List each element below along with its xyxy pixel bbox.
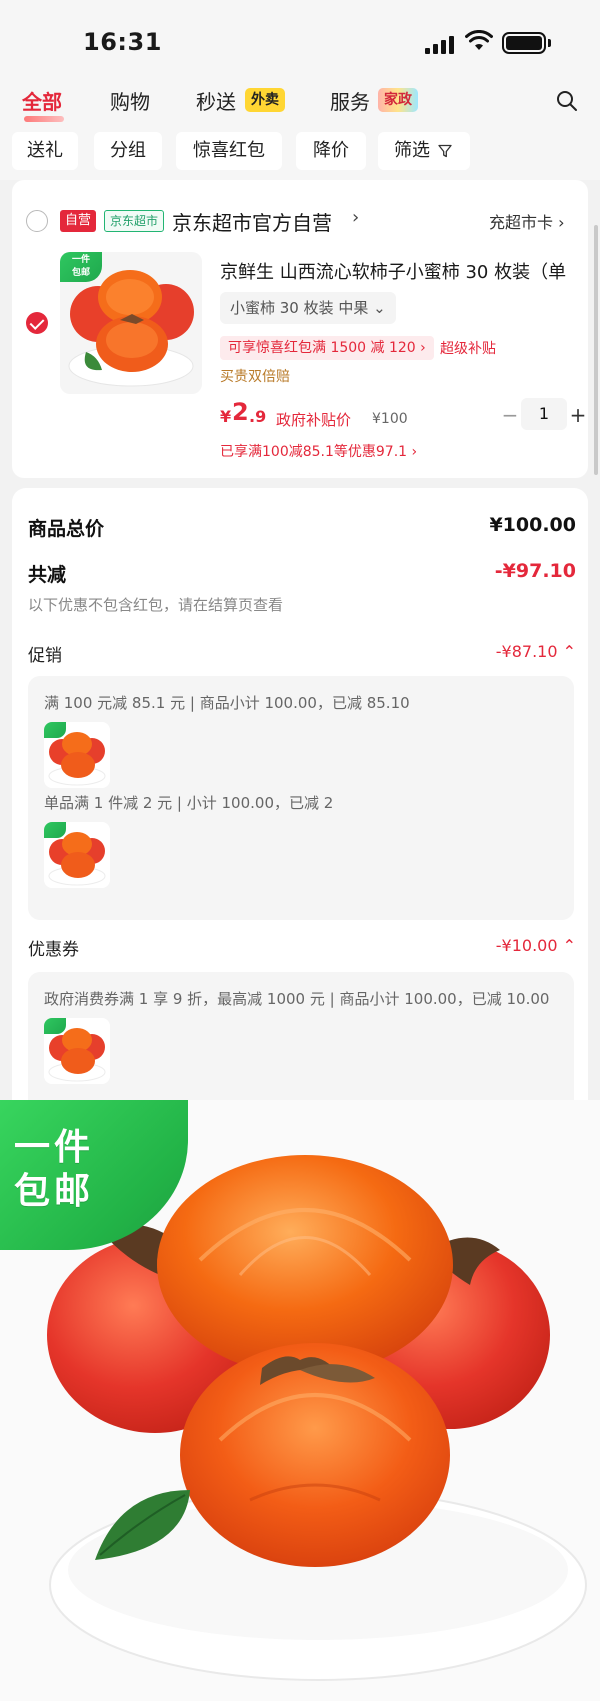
product-title[interactable]: 京鲜生 山西流心软柿子小蜜柿 30 枚装（单 — [220, 258, 582, 284]
wifi-icon — [465, 30, 493, 50]
price-detail-sheet: 商品总价 ¥100.00 共减 -¥97.10 以下优惠不包含红包，请在结算页查… — [12, 488, 588, 1100]
promo-thumb-2[interactable] — [44, 822, 110, 888]
product-thumbnail[interactable]: 一件 包邮 — [60, 252, 202, 394]
coupon-line-1: 政府消费券满 1 享 9 折，最高减 1000 元 | 商品小计 100.00，… — [44, 990, 550, 1008]
price-decimal: .9 — [249, 407, 267, 426]
big-badge-line2: 包邮 — [14, 1171, 95, 1212]
product-select-checkbox[interactable] — [26, 312, 48, 334]
promotion-line-2: 单品满 1 件减 2 元 | 小计 100.00，已减 2 — [44, 794, 334, 812]
battery-icon — [502, 32, 546, 54]
promotion-label: 促销 — [28, 646, 62, 666]
search-icon[interactable] — [556, 90, 578, 112]
filter-screen[interactable]: 筛选 — [378, 132, 470, 170]
tab-shopping[interactable]: 购物 — [110, 86, 150, 115]
thumb-badge — [44, 1018, 66, 1034]
self-operated-tag: 自营 — [60, 210, 97, 232]
filter-group[interactable]: 分组 — [94, 132, 162, 170]
tab-all[interactable]: 全部 — [22, 86, 62, 115]
shop-name[interactable]: 京东超市官方自营 — [172, 207, 332, 236]
double-compensation-label: 买贵双倍赔 — [220, 369, 290, 385]
spec-selector[interactable]: 小蜜柿 30 枚装 中果 ⌄ — [220, 292, 396, 324]
coupon-toggle[interactable]: -¥10.00 ⌃ — [496, 936, 576, 955]
total-reduce-value: -¥97.10 — [494, 560, 576, 582]
thumb-badge — [44, 822, 66, 838]
red-packet-coupon[interactable]: 可享惊喜红包满 1500 减 120 › — [220, 336, 434, 360]
category-tabs: 全部 购物 秒送 外卖 服务 家政 — [0, 80, 600, 124]
coupon-label: 优惠券 — [28, 940, 79, 960]
quantity-input[interactable]: 1 — [521, 398, 567, 430]
filter-screen-label: 筛选 — [394, 140, 430, 161]
promotion-details: 满 100 元减 85.1 元 | 商品小计 100.00，已减 85.10 单… — [28, 676, 574, 920]
filter-gift[interactable]: 送礼 — [12, 132, 78, 170]
quantity-decrease-button[interactable]: − — [500, 400, 520, 430]
shop-select-checkbox[interactable] — [26, 210, 48, 232]
thumb-badge — [44, 722, 66, 738]
cellular-signal-icon — [425, 34, 457, 54]
takeaway-badge: 外卖 — [245, 88, 285, 112]
clock: 16:31 — [83, 28, 162, 56]
coupon-details: 政府消费券满 1 享 9 折，最高减 1000 元 | 商品小计 100.00，… — [28, 972, 574, 1100]
product-large-image[interactable]: 一件 包邮 — [0, 1100, 600, 1701]
total-price-label: 商品总价 — [28, 518, 105, 540]
tab-active-indicator — [24, 116, 64, 122]
filter-price-drop[interactable]: 降价 — [296, 132, 366, 170]
original-price: ¥100 — [372, 411, 408, 427]
tab-service[interactable]: 服务 — [330, 86, 370, 115]
discount-hint: 以下优惠不包含红包，请在结算页查看 — [28, 596, 284, 614]
quantity-increase-button[interactable]: + — [568, 400, 588, 430]
enjoyed-discount-link[interactable]: 已享满100减85.1等优惠97.1 › — [220, 441, 417, 461]
price-symbol: ¥ — [220, 407, 232, 426]
filter-bar: 送礼 分组 惊喜红包 降价 筛选 — [0, 124, 600, 180]
tab-express[interactable]: 秒送 — [196, 86, 236, 115]
badge-line1: 一件 — [71, 255, 90, 265]
total-reduce-label: 共减 — [28, 564, 67, 586]
filter-red-packet[interactable]: 惊喜红包 — [176, 132, 282, 170]
status-bar: 16:31 — [0, 0, 600, 80]
funnel-icon — [438, 144, 452, 158]
free-shipping-badge: 一件 包邮 — [60, 252, 102, 282]
scrollbar[interactable] — [594, 225, 598, 475]
promo-thumb-1[interactable] — [44, 722, 110, 788]
super-subsidy-label: 超级补贴 — [440, 341, 496, 357]
promotion-toggle[interactable]: -¥87.10 ⌃ — [496, 642, 576, 661]
coupon-thumb[interactable] — [44, 1018, 110, 1084]
shop-chevron-icon[interactable]: › — [352, 207, 359, 228]
gov-subsidy-price-label: 政府补贴价 — [276, 411, 352, 429]
battery-tip — [548, 39, 551, 47]
recharge-card-link[interactable]: 充超市卡 › — [489, 209, 565, 233]
price-integer: 2 — [232, 398, 249, 426]
badge-line2: 包邮 — [71, 268, 90, 278]
shop-card: 自营 京东超市 京东超市官方自营 › 充超市卡 › 一件 包邮 京鲜生 山西流心… — [12, 180, 588, 478]
total-price-value: ¥100.00 — [489, 514, 576, 536]
promotion-line-1: 满 100 元减 85.1 元 | 商品小计 100.00，已减 85.10 — [44, 694, 410, 712]
housekeeping-badge: 家政 — [378, 88, 418, 112]
jd-supermarket-tag: 京东超市 — [104, 210, 165, 232]
